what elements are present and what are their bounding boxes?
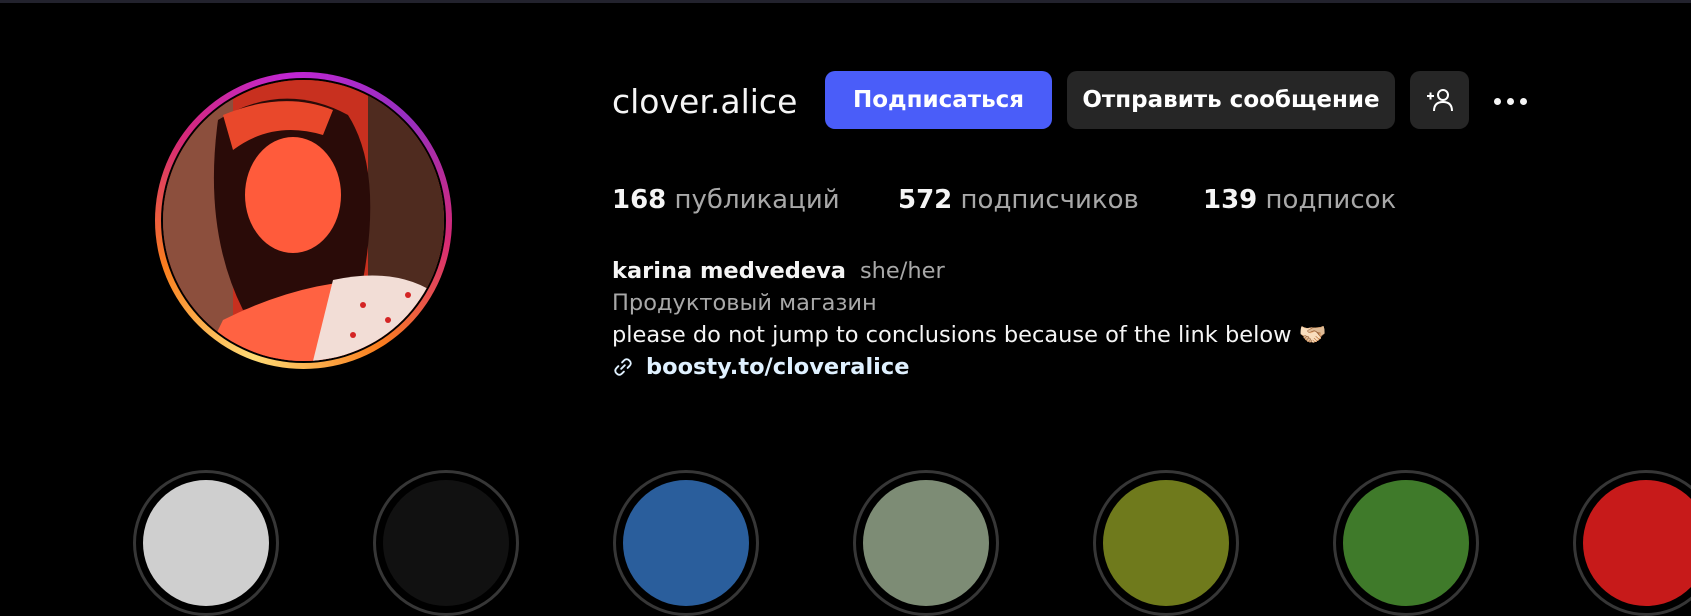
link-icon xyxy=(614,358,632,376)
bio-external-link[interactable]: boosty.to/cloveralice xyxy=(612,352,910,382)
bio-text: please do not jump to conclusions becaus… xyxy=(612,322,1327,348)
more-options-icon xyxy=(1493,97,1501,105)
story-highlight[interactable] xyxy=(1093,470,1239,616)
followers-link[interactable]: 572 подписчиков xyxy=(898,183,1139,217)
follow-button[interactable]: Подписаться xyxy=(825,71,1052,129)
more-options-button[interactable] xyxy=(1485,86,1535,116)
avatar-portrait-image xyxy=(163,80,444,361)
highlight-cover xyxy=(1343,480,1469,606)
story-highlight[interactable] xyxy=(853,470,999,616)
profile-avatar[interactable] xyxy=(155,72,452,369)
avatar-photo xyxy=(163,80,444,361)
highlight-cover xyxy=(1103,480,1229,606)
story-highlight[interactable] xyxy=(1573,470,1691,616)
highlight-cover xyxy=(623,480,749,606)
send-message-button[interactable]: Отправить сообщение xyxy=(1067,71,1395,129)
window-top-border xyxy=(0,0,1691,3)
person-add-icon xyxy=(1426,89,1453,112)
suggest-accounts-button[interactable] xyxy=(1410,71,1469,129)
story-highlight[interactable] xyxy=(1333,470,1479,616)
highlight-cover xyxy=(1583,480,1691,606)
bio-pronouns: she/her xyxy=(859,258,945,284)
profile-username: clover.alice xyxy=(612,82,798,121)
following-link[interactable]: 139 подписок xyxy=(1203,183,1396,217)
story-highlight[interactable] xyxy=(613,470,759,616)
highlight-cover xyxy=(383,480,509,606)
highlight-cover xyxy=(863,480,989,606)
bio-category: Продуктовый магазин xyxy=(612,290,877,316)
highlight-cover xyxy=(143,480,269,606)
bio-full-name: karina medvedeva she/her xyxy=(612,258,945,284)
posts-count: 168 публикаций xyxy=(612,185,840,215)
story-highlight[interactable] xyxy=(133,470,279,616)
story-highlight[interactable] xyxy=(373,470,519,616)
